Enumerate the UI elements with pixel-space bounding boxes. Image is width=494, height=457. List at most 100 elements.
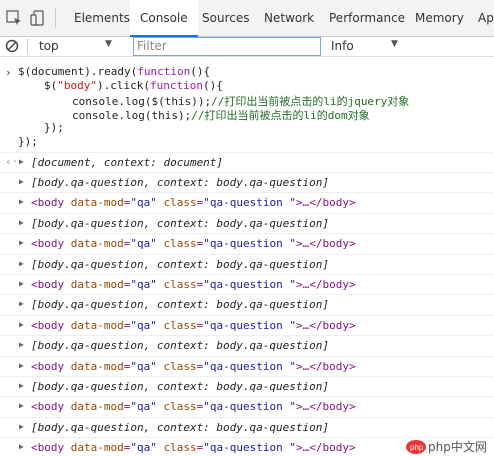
inspect-element-icon[interactable]	[6, 10, 22, 30]
expand-triangle-icon[interactable]: ▶	[19, 157, 24, 166]
attr-value: "qa-question "	[203, 318, 296, 332]
tag-name: <body	[31, 318, 65, 332]
log-row-jquery-object[interactable]: ▶ [body.qa-question, context: body.qa-que…	[0, 212, 494, 233]
tag-name: <body	[31, 278, 65, 291]
code-line-2: $("body").click(function(){	[44, 79, 223, 92]
log-row-dom-element[interactable]: ▶ <body data-mod="qa" class="qa-question …	[0, 314, 494, 335]
watermark-text: php中文网	[428, 440, 487, 454]
attr-name: data-mod	[70, 400, 124, 414]
toolbar-divider	[55, 8, 56, 28]
attr-name: data-mod	[70, 318, 124, 332]
return-arrow-icon: ‹·	[5, 155, 19, 168]
tab-performance[interactable]: Performance	[329, 0, 405, 37]
tag-ellipsis: >…	[295, 278, 310, 291]
attr-name: data-mod	[70, 359, 124, 373]
expand-triangle-icon[interactable]: ▶	[19, 381, 24, 390]
filter-placeholder: Filter	[137, 39, 167, 53]
attr-name: class	[163, 400, 197, 414]
tag-ellipsis: >…	[295, 441, 310, 455]
log-row-jquery-object[interactable]: ▶ [body.qa-question, context: body.qa-que…	[0, 416, 494, 437]
log-row-dom-element[interactable]: ▶ <body data-mod="qa" class="qa-question …	[0, 192, 494, 212]
log-row-dom-element[interactable]: ▶ <body data-mod="qa" class="qa-question …	[0, 355, 494, 376]
tab-sources[interactable]: Sources	[202, 0, 249, 37]
log-row-jquery-object[interactable]: ▶ [body.qa-question, context: body.qa-que…	[0, 294, 494, 314]
log-row-jquery-object[interactable]: ▶ [body.qa-question, context: body.qa-que…	[0, 376, 494, 396]
expand-triangle-icon[interactable]: ▶	[19, 442, 24, 451]
expand-triangle-icon[interactable]: ▶	[19, 401, 24, 410]
dom-element-text: <body data-mod="qa" class="qa-question "…	[31, 318, 356, 332]
log-row-dom-element[interactable]: ▶ <body data-mod="qa" class="qa-question …	[0, 274, 494, 294]
expand-triangle-icon[interactable]: ▶	[19, 197, 24, 206]
log-level-selector[interactable]: Info	[331, 39, 354, 53]
expand-triangle-icon[interactable]: ▶	[19, 279, 24, 288]
attr-value: "qa"	[130, 359, 157, 373]
tag-ellipsis: >…	[295, 196, 310, 210]
input-prompt-icon: ›	[5, 66, 12, 79]
clear-console-icon[interactable]	[5, 39, 19, 56]
tab-memory[interactable]: Memory	[415, 0, 464, 37]
expand-triangle-icon[interactable]: ▶	[19, 177, 24, 186]
close-tag: </body>	[309, 196, 356, 210]
tag-ellipsis: >…	[295, 359, 310, 373]
dom-element-text: <body data-mod="qa" class="qa-question "…	[31, 400, 356, 414]
attr-name: class	[163, 196, 197, 210]
tab-elements[interactable]: Elements	[74, 0, 130, 37]
expand-triangle-icon[interactable]: ▶	[19, 361, 24, 370]
device-toolbar-icon[interactable]	[30, 10, 46, 30]
attr-name: class	[163, 237, 197, 251]
code-line-5: });	[44, 121, 64, 134]
code-line-4: console.log(this);//打印出当前被点击的li的dom对象	[72, 109, 370, 122]
expand-triangle-icon[interactable]: ▶	[19, 422, 24, 431]
attr-name: class	[163, 441, 197, 455]
tag-name: <body	[31, 196, 65, 210]
tab-network[interactable]: Network	[264, 0, 314, 37]
devtools-tabbar: Elements Console Sources Network Perform…	[0, 0, 494, 37]
jquery-object-text: [body.qa-question, context: body.qa-ques…	[31, 216, 330, 230]
close-tag: </body>	[309, 400, 356, 414]
log-row-jquery-object[interactable]: ▶ [body.qa-question, context: body.qa-que…	[0, 253, 494, 274]
attr-value: "qa-question "	[203, 237, 296, 251]
expand-triangle-icon[interactable]: ▶	[19, 218, 24, 227]
tab-application[interactable]: Ap	[478, 0, 494, 37]
code-line-1: $(document).ready(function(){	[18, 65, 211, 78]
tag-name: <body	[31, 237, 65, 251]
expand-triangle-icon[interactable]: ▶	[19, 320, 24, 329]
close-tag: </body>	[309, 278, 356, 291]
expand-triangle-icon[interactable]: ▶	[19, 259, 24, 268]
close-tag: </body>	[309, 441, 356, 455]
level-dropdown-arrow-icon[interactable]: ▼	[391, 39, 398, 49]
dom-element-text: <body data-mod="qa" class="qa-question "…	[31, 196, 356, 210]
expand-triangle-icon[interactable]: ▶	[19, 238, 24, 247]
context-dropdown-arrow-icon[interactable]: ▼	[105, 39, 112, 49]
log-row-jquery-object[interactable]: ▶ [body.qa-question, context: body.qa-que…	[0, 335, 494, 355]
dom-element-text: <body data-mod="qa" class="qa-question "…	[31, 359, 356, 373]
attr-name: data-mod	[70, 196, 124, 210]
attr-name: class	[163, 318, 197, 332]
tag-name: <body	[31, 441, 65, 455]
result-row[interactable]: ‹· ▶ [document, context: document]	[0, 152, 494, 172]
log-row-dom-element[interactable]: ▶ <body data-mod="qa" class="qa-question …	[0, 396, 494, 416]
attr-name: class	[163, 359, 197, 373]
console-output: › $(document).ready(function(){ $("body"…	[0, 58, 494, 454]
attr-value: "qa"	[130, 196, 157, 210]
jquery-object-text: [body.qa-question, context: body.qa-ques…	[31, 420, 330, 434]
filter-input[interactable]: Filter	[133, 37, 321, 56]
context-selector[interactable]: top	[39, 39, 59, 53]
log-row-jquery-object[interactable]: ▶ [body.qa-question, context: body.qa-que…	[0, 172, 494, 192]
attr-name: data-mod	[70, 441, 124, 455]
code-line-6: });	[18, 135, 38, 148]
jquery-object-text: [body.qa-question, context: body.qa-ques…	[31, 298, 330, 312]
attr-value: "qa"	[130, 237, 157, 251]
attr-name: class	[163, 278, 197, 291]
dom-element-text: <body data-mod="qa" class="qa-question "…	[31, 441, 356, 455]
expand-triangle-icon[interactable]: ▶	[19, 299, 24, 308]
tab-console[interactable]: Console	[130, 0, 198, 37]
jquery-object-text: [body.qa-question, context: body.qa-ques…	[31, 339, 330, 353]
attr-value: "qa-question "	[203, 441, 296, 455]
attr-value: "qa"	[130, 318, 157, 332]
expand-triangle-icon[interactable]: ▶	[19, 340, 24, 349]
attr-name: data-mod	[70, 237, 124, 251]
attr-value: "qa-question "	[203, 400, 296, 414]
log-row-dom-element[interactable]: ▶ <body data-mod="qa" class="qa-question …	[0, 233, 494, 253]
jquery-object-text: [body.qa-question, context: body.qa-ques…	[31, 176, 330, 189]
